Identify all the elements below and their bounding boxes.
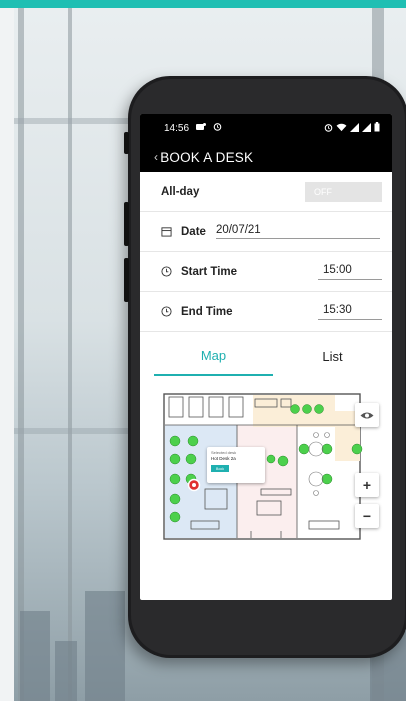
start-time-label: Start Time [181,265,238,278]
end-time-row: End Time 15:30 [140,292,392,332]
signal-icon [350,122,359,134]
all-day-label: All-day [161,185,200,198]
alarm-icon [324,123,333,134]
wifi-icon [336,123,347,134]
floor-plan-map[interactable]: Selected desk Hot Desk 2a Book + − [161,391,379,544]
zoom-out-button[interactable]: − [355,504,379,528]
floor-plan-drawing [161,391,375,544]
signal-icon [362,122,371,134]
calendar-icon [161,226,173,238]
view-tabs: Map List [140,336,392,376]
phone-screen: 14:56 ‹ BOOK A DESK All-day OFF Date 20/… [140,114,392,600]
start-time-row: Start Time 15:00 [140,252,392,292]
status-bar: 14:56 [140,114,392,142]
clock-icon [161,265,173,278]
popup-desk-name: Hot Desk 2a [211,456,236,461]
desk-popup: Selected desk Hot Desk 2a Book [207,447,265,483]
all-day-toggle[interactable]: OFF [305,181,382,202]
alarm-icon [213,122,222,134]
page-title: BOOK A DESK [160,149,254,165]
start-time-field[interactable]: 15:00 [318,264,382,280]
app-bar: ‹ BOOK A DESK [140,142,392,172]
toggle-state-text: OFF [314,186,332,197]
clock-icon [161,305,173,318]
popup-caption: Selected desk [211,450,237,455]
visibility-toggle-button[interactable] [355,403,379,427]
date-label: Date [181,225,206,238]
date-row: Date 20/07/21 [140,212,392,252]
popup-book-button[interactable]: Book [211,465,229,472]
back-icon[interactable]: ‹ [154,150,158,164]
end-time-field[interactable]: 15:30 [318,304,382,320]
all-day-row: All-day OFF [140,172,392,212]
date-field[interactable]: 20/07/21 [215,224,380,239]
status-time: 14:56 [164,122,190,134]
tab-map[interactable]: Map [154,336,273,376]
tab-list[interactable]: List [273,336,392,376]
battery-icon [374,122,380,134]
zoom-in-button[interactable]: + [355,473,379,497]
left-wall-strip [0,8,14,701]
end-time-label: End Time [181,305,233,318]
top-accent-bar [0,0,406,8]
message-badge-icon [196,122,207,134]
eye-icon [360,407,374,423]
